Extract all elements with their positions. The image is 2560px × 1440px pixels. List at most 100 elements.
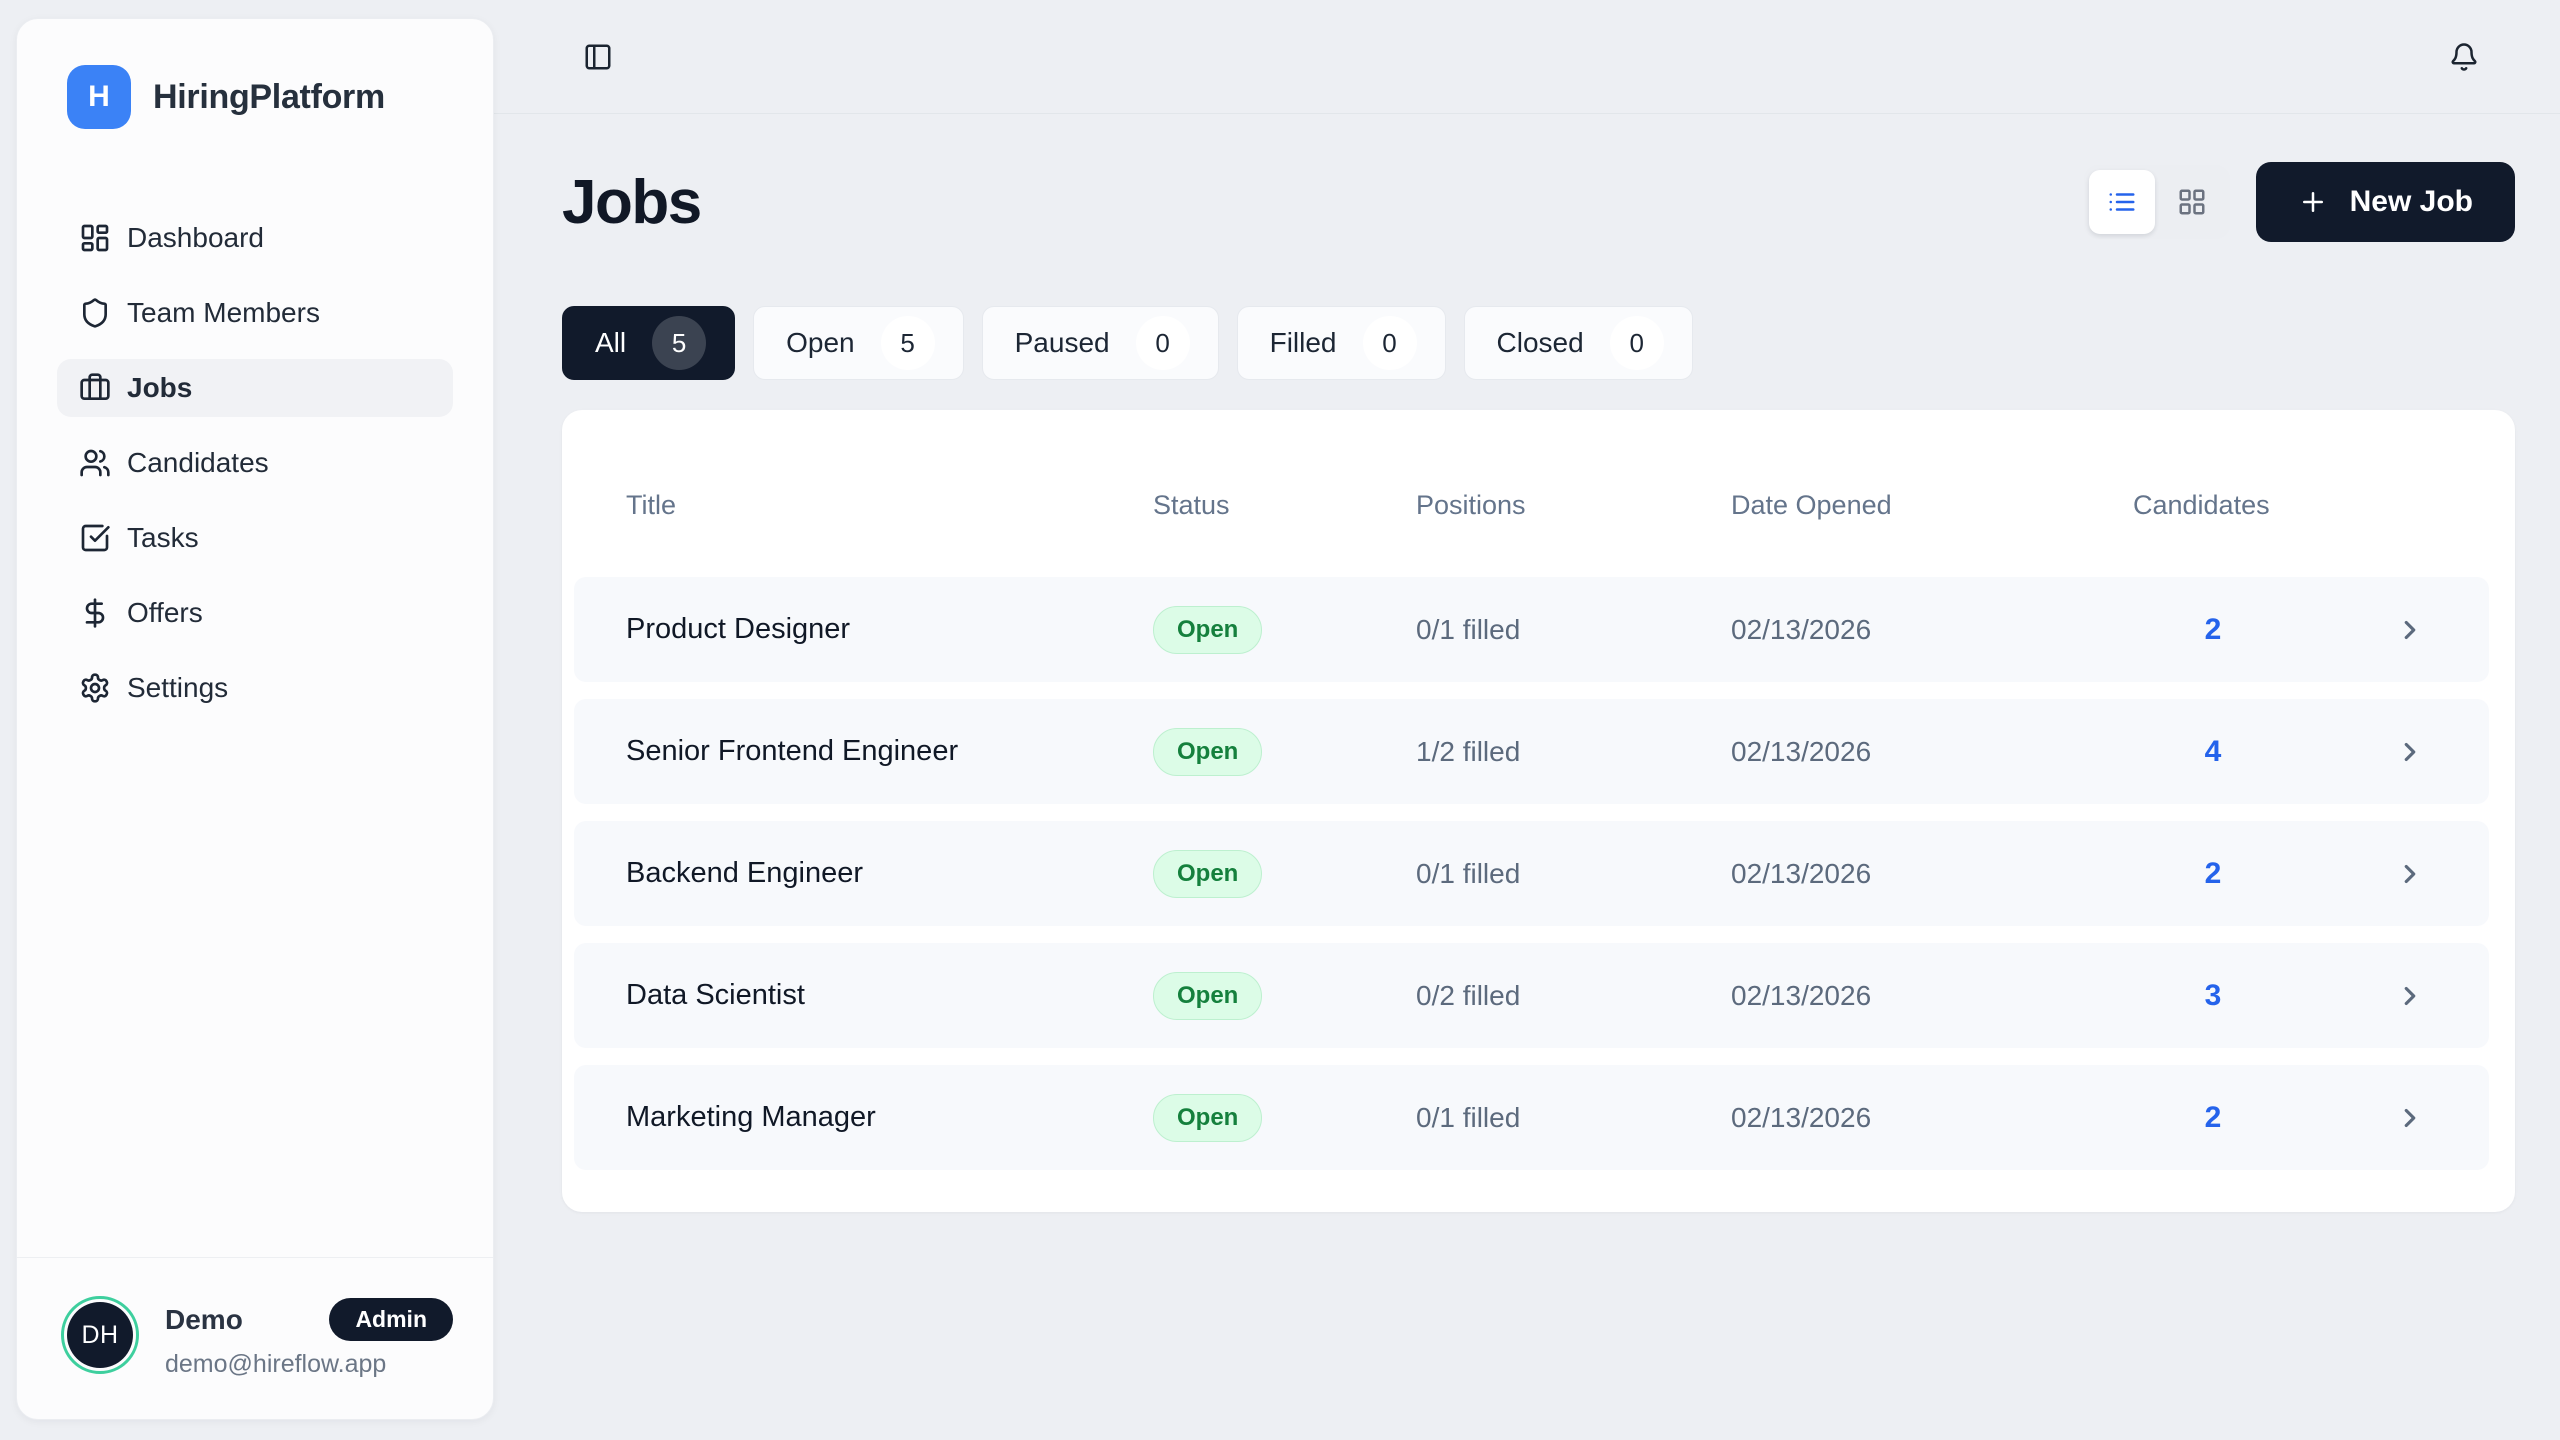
job-candidates-count[interactable]: 2 [2133, 857, 2293, 891]
filter-label: All [595, 327, 626, 359]
user-card[interactable]: DH Demo Admin demo@hireflow.app [17, 1257, 493, 1419]
job-date-opened: 02/13/2026 [1731, 858, 2133, 890]
job-positions: 1/2 filled [1416, 736, 1731, 768]
job-positions: 0/2 filled [1416, 980, 1731, 1012]
filter-label: Open [786, 327, 855, 359]
filter-count-badge: 0 [1136, 316, 1190, 370]
logo-letter: H [88, 80, 110, 114]
column-header-candidates: Candidates [2133, 490, 2293, 521]
job-date-opened: 02/13/2026 [1731, 614, 2133, 646]
new-job-label: New Job [2350, 185, 2473, 219]
sidebar-item-offers[interactable]: Offers [57, 584, 453, 642]
user-email: demo@hireflow.app [165, 1350, 453, 1379]
filter-label: Filled [1270, 327, 1337, 359]
chevron-right-icon [2395, 737, 2425, 767]
column-header-positions: Positions [1416, 490, 1731, 521]
filter-count-badge: 5 [652, 316, 706, 370]
shield-icon [79, 297, 111, 329]
status-badge: Open [1153, 728, 1262, 776]
notifications-button[interactable] [2440, 33, 2488, 81]
job-candidates-count[interactable]: 2 [2133, 1101, 2293, 1135]
job-title: Product Designer [626, 613, 1153, 646]
job-date-opened: 02/13/2026 [1731, 736, 2133, 768]
table-header-row: Title Status Positions Date Opened Candi… [574, 410, 2489, 577]
filter-count-badge: 0 [1610, 316, 1664, 370]
job-positions: 0/1 filled [1416, 1102, 1731, 1134]
sidebar-item-label: Tasks [127, 522, 199, 554]
job-row-marketing-manager[interactable]: Marketing Manager Open 0/1 filled 02/13/… [574, 1065, 2489, 1170]
job-title: Marketing Manager [626, 1101, 1153, 1134]
bell-icon [2449, 42, 2479, 72]
job-title: Backend Engineer [626, 857, 1153, 890]
grid-view-button[interactable] [2159, 170, 2225, 234]
filter-closed[interactable]: Closed 0 [1464, 306, 1693, 380]
job-candidates-count[interactable]: 3 [2133, 979, 2293, 1013]
chevron-right-icon [2395, 859, 2425, 889]
main-area: Jobs New Job All 5 Open 5 [494, 0, 2560, 1440]
column-header-status: Status [1153, 490, 1416, 521]
job-row-data-scientist[interactable]: Data Scientist Open 0/2 filled 02/13/202… [574, 943, 2489, 1048]
job-title: Senior Frontend Engineer [626, 735, 1153, 768]
status-filters: All 5 Open 5 Paused 0 Filled 0 Closed 0 [562, 306, 2515, 380]
role-badge: Admin [329, 1298, 453, 1341]
topbar [494, 0, 2560, 114]
filter-label: Closed [1497, 327, 1584, 359]
users-icon [79, 447, 111, 479]
plus-icon [2298, 187, 2328, 217]
sidebar-item-jobs[interactable]: Jobs [57, 359, 453, 417]
job-title: Data Scientist [626, 979, 1153, 1012]
chevron-right-icon [2395, 615, 2425, 645]
sidebar-item-team-members[interactable]: Team Members [57, 284, 453, 342]
job-row-product-designer[interactable]: Product Designer Open 0/1 filled 02/13/2… [574, 577, 2489, 682]
filter-count-badge: 5 [881, 316, 935, 370]
chevron-right-icon [2395, 1103, 2425, 1133]
new-job-button[interactable]: New Job [2256, 162, 2515, 242]
app-logo: H HiringPlatform [17, 19, 493, 129]
app-name: HiringPlatform [153, 78, 385, 117]
logo-mark: H [67, 65, 131, 129]
job-candidates-count[interactable]: 4 [2133, 735, 2293, 769]
column-header-title: Title [626, 490, 1153, 521]
filter-filled[interactable]: Filled 0 [1237, 306, 1446, 380]
header-actions: New Job [2084, 162, 2515, 242]
page-header: Jobs New Job [562, 160, 2515, 244]
panel-left-icon [583, 42, 613, 72]
filter-count-badge: 0 [1363, 316, 1417, 370]
page-title: Jobs [562, 167, 701, 238]
job-date-opened: 02/13/2026 [1731, 1102, 2133, 1134]
job-date-opened: 02/13/2026 [1731, 980, 2133, 1012]
job-row-senior-frontend-engineer[interactable]: Senior Frontend Engineer Open 1/2 filled… [574, 699, 2489, 804]
sidebar-item-settings[interactable]: Settings [57, 659, 453, 717]
status-badge: Open [1153, 850, 1262, 898]
user-name: Demo [165, 1304, 243, 1336]
content: Jobs New Job All 5 Open 5 [494, 114, 2560, 1212]
list-icon [2107, 187, 2137, 217]
column-header-date: Date Opened [1731, 490, 2133, 521]
table-body: Product Designer Open 0/1 filled 02/13/2… [574, 577, 2489, 1170]
list-view-button[interactable] [2089, 170, 2155, 234]
filter-label: Paused [1015, 327, 1110, 359]
filter-all[interactable]: All 5 [562, 306, 735, 380]
sidebar-toggle-button[interactable] [574, 33, 622, 81]
job-row-backend-engineer[interactable]: Backend Engineer Open 0/1 filled 02/13/2… [574, 821, 2489, 926]
sidebar-item-tasks[interactable]: Tasks [57, 509, 453, 567]
sidebar-item-dashboard[interactable]: Dashboard [57, 209, 453, 267]
status-badge: Open [1153, 1094, 1262, 1142]
filter-open[interactable]: Open 5 [753, 306, 964, 380]
user-info: Demo Admin demo@hireflow.app [165, 1296, 453, 1379]
layout-dashboard-icon [79, 222, 111, 254]
sidebar-item-label: Team Members [127, 297, 320, 329]
jobs-table-card: Title Status Positions Date Opened Candi… [562, 410, 2515, 1212]
avatar: DH [61, 1296, 139, 1374]
status-badge: Open [1153, 972, 1262, 1020]
square-check-icon [79, 522, 111, 554]
sidebar-item-label: Settings [127, 672, 228, 704]
filter-paused[interactable]: Paused 0 [982, 306, 1219, 380]
sidebar-item-candidates[interactable]: Candidates [57, 434, 453, 492]
sidebar-item-label: Offers [127, 597, 203, 629]
sidebar: H HiringPlatform Dashboard Team Members … [16, 18, 494, 1420]
sidebar-item-label: Dashboard [127, 222, 264, 254]
job-candidates-count[interactable]: 2 [2133, 613, 2293, 647]
chevron-right-icon [2395, 981, 2425, 1011]
dollar-sign-icon [79, 597, 111, 629]
